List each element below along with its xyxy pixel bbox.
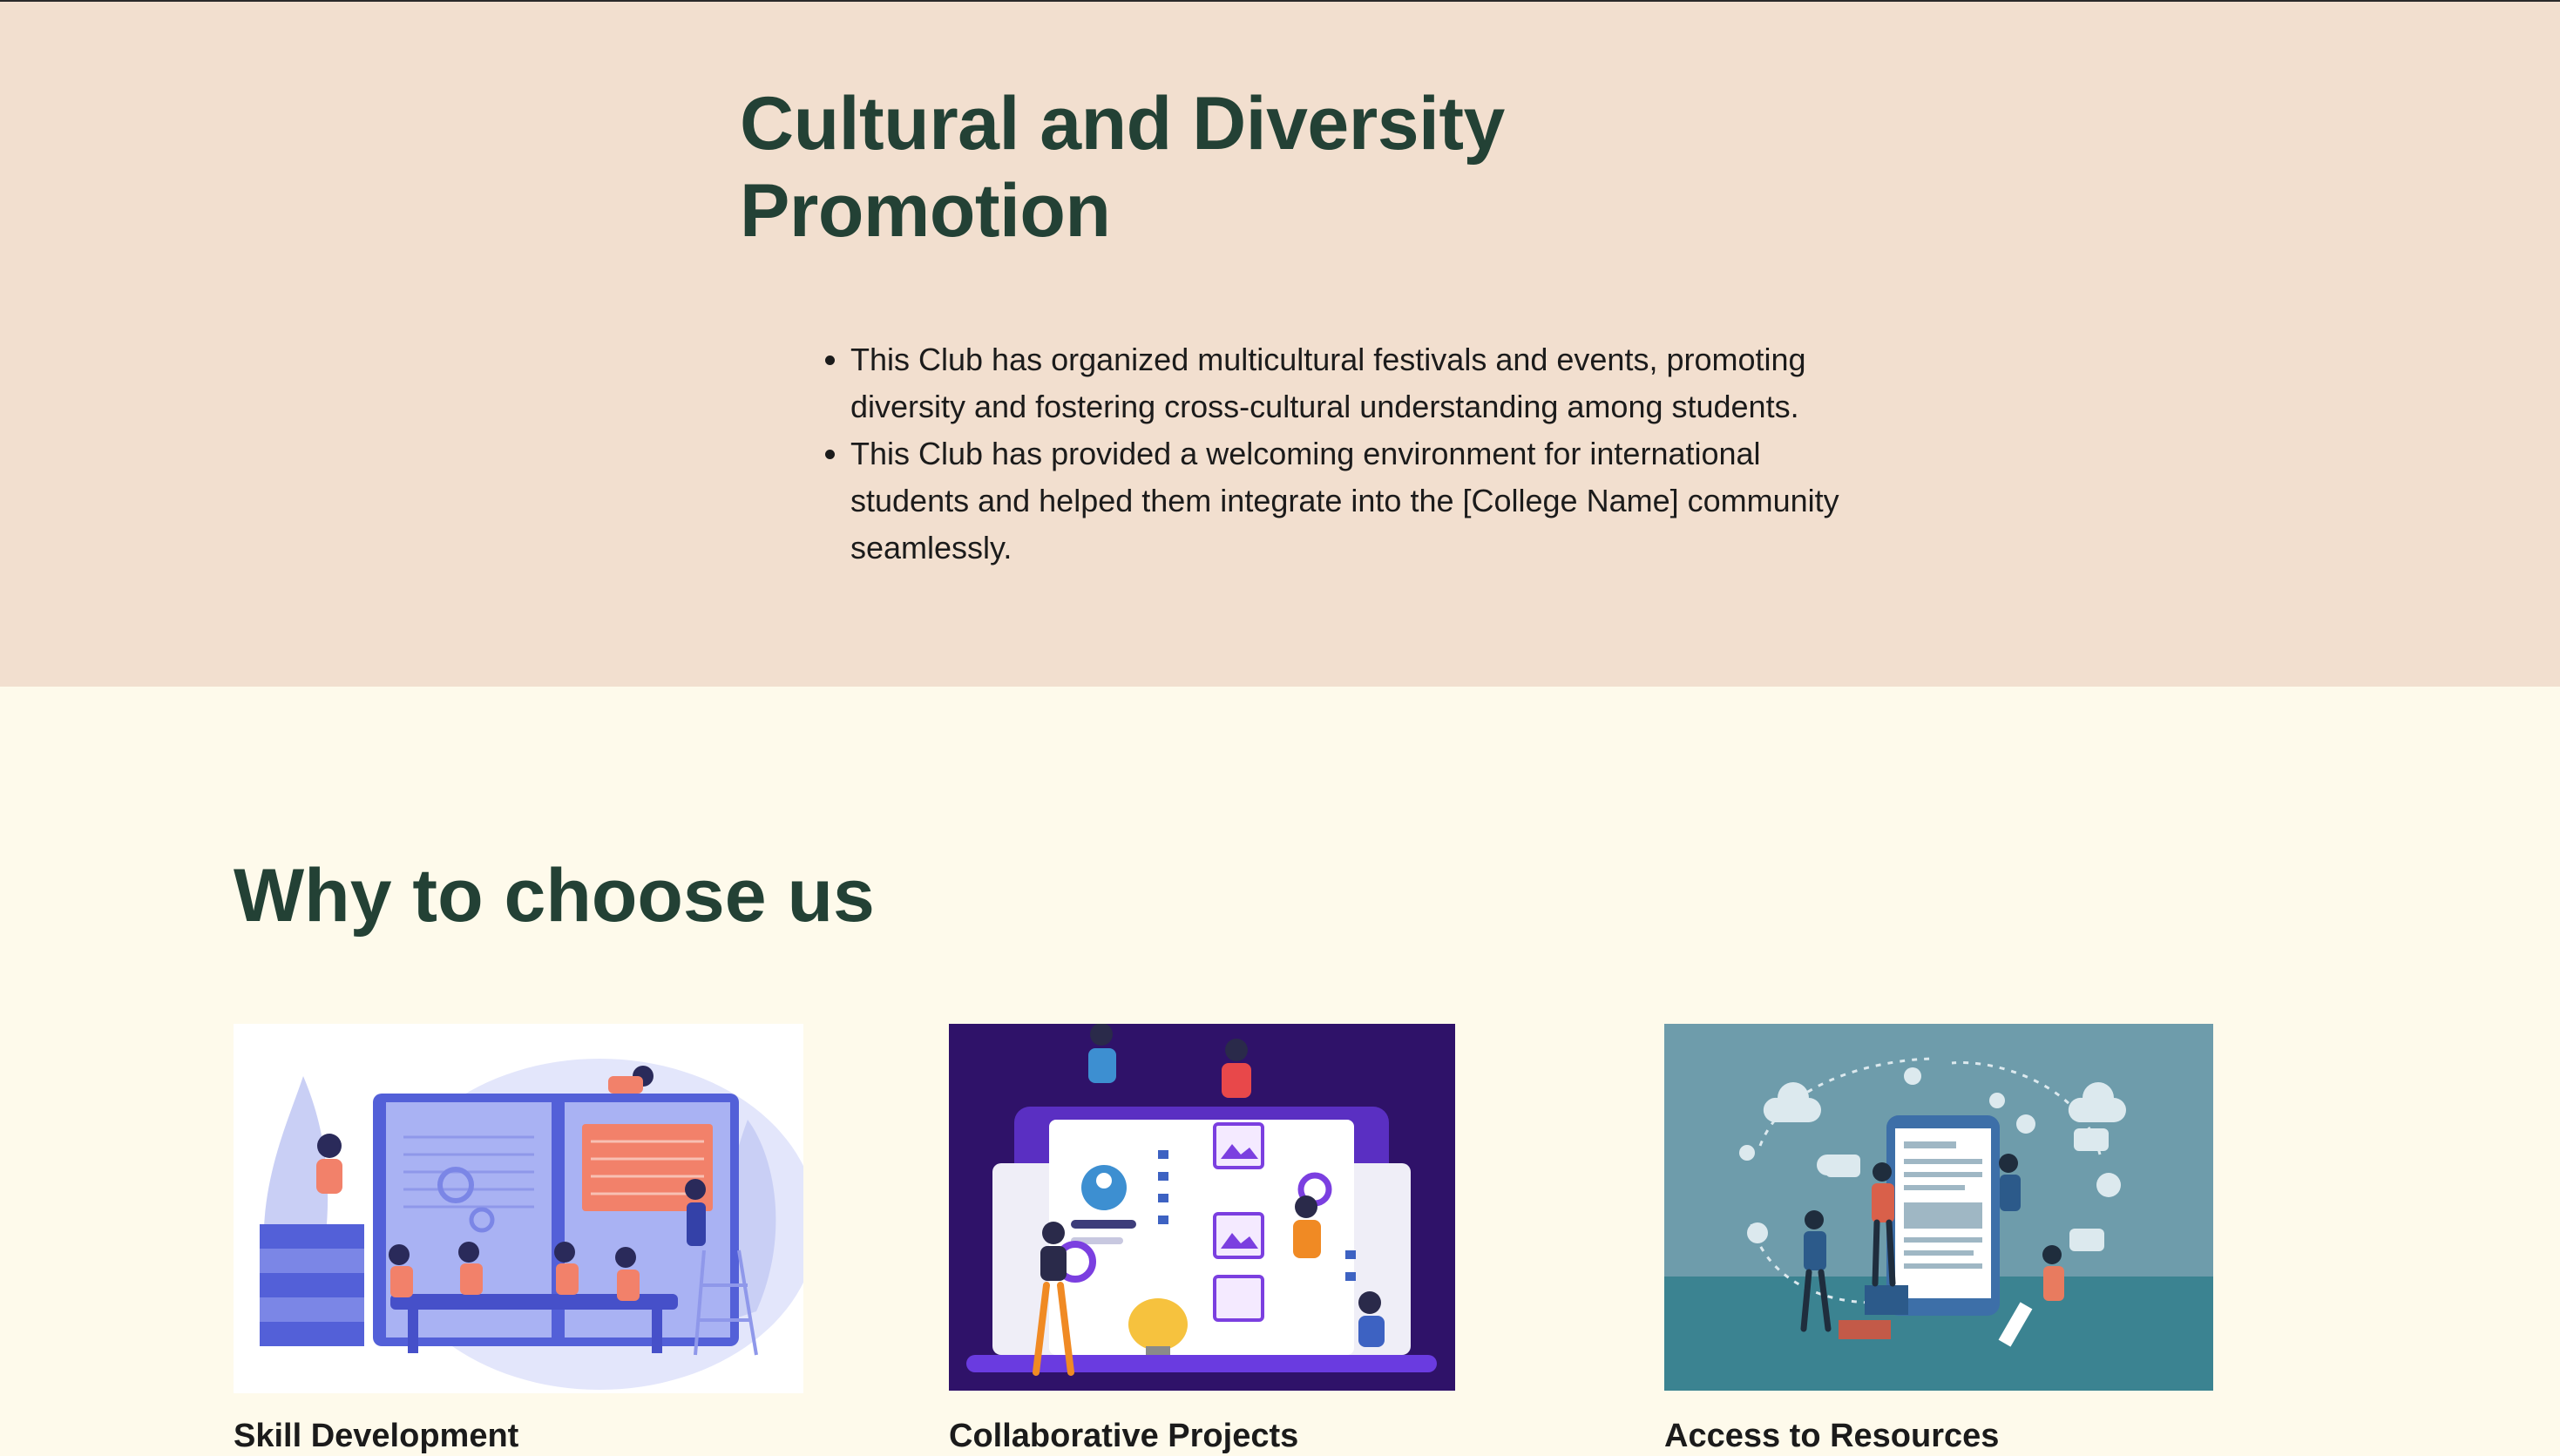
achievement-list: This Club has organized multicultural fe… (819, 336, 1879, 572)
culture-section: Cultural and Diversity Promotion This Cl… (0, 2, 2560, 687)
card-title: Skill Development (234, 1418, 519, 1454)
team-building-website-illustration (949, 1024, 1455, 1391)
students-studying-book-illustration (234, 1024, 803, 1393)
achievement-item: This Club has provided a welcoming envir… (850, 430, 1879, 572)
section-heading: Why to choose us (234, 854, 875, 938)
mobile-app-resources-illustration (1664, 1024, 2213, 1391)
why-choose-us-section: Why to choose us Skill Development Colla… (0, 687, 2560, 1455)
section-title: Cultural and Diversity Promotion (740, 82, 1505, 253)
achievement-item: This Club has organized multicultural fe… (850, 336, 1879, 430)
card-title: Access to Resources (1664, 1418, 2000, 1454)
card-title: Collaborative Projects (949, 1418, 1299, 1454)
